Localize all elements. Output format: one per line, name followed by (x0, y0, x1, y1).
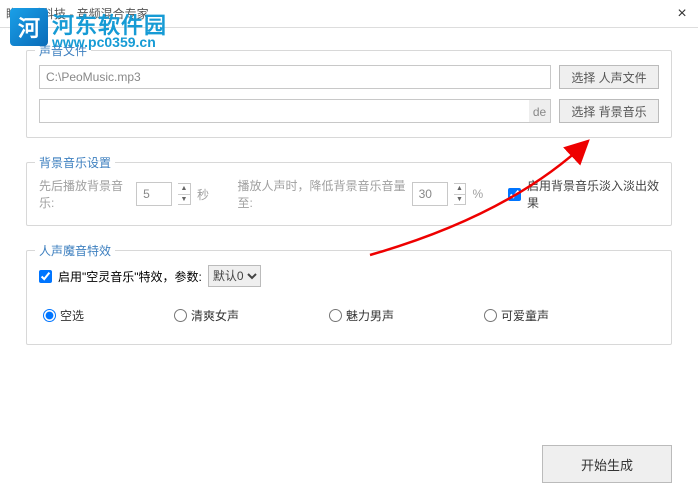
radio-female-input[interactable] (174, 309, 187, 322)
chevron-down-icon[interactable]: ▼ (454, 195, 466, 205)
fade-checkbox[interactable] (508, 188, 521, 201)
radio-female-label: 清爽女声 (191, 307, 239, 324)
voice-effects-group: 人声魔音特效 启用"空灵音乐"特效，参数: 默认0 空选 清爽女声 魅力男声 (26, 250, 672, 345)
bg-settings-title: 背景音乐设置 (35, 154, 115, 171)
reduce-spinner[interactable]: ▲▼ (454, 183, 467, 205)
window-title: 瞻天瞰科技 - 音频混合专家 (6, 5, 149, 22)
voice-path-input[interactable] (39, 65, 551, 89)
radio-male-label: 魅力男声 (346, 307, 394, 324)
chevron-up-icon[interactable]: ▲ (178, 184, 190, 195)
select-bgm-button[interactable]: 选择 背景音乐 (559, 99, 659, 123)
de-suffix-label: de (529, 99, 551, 123)
effect-param-select[interactable]: 默认0 (208, 265, 261, 287)
voice-file-group-title: 声音文件 (35, 42, 91, 59)
radio-female[interactable]: 清爽女声 (174, 307, 239, 324)
chevron-down-icon[interactable]: ▼ (178, 195, 190, 205)
enable-effect-checkbox[interactable] (39, 270, 52, 283)
bg-settings-group: 背景音乐设置 先后播放背景音乐: ▲▼ 秒 播放人声时，降低背景音乐音量至: ▲… (26, 162, 672, 226)
reduce-volume-input[interactable] (412, 182, 448, 206)
voice-effects-title: 人声魔音特效 (35, 242, 115, 259)
select-voice-button[interactable]: 选择 人声文件 (559, 65, 659, 89)
voice-file-group: 声音文件 选择 人声文件 de 选择 背景音乐 (26, 50, 672, 138)
preplay-seconds-input[interactable] (136, 182, 172, 206)
preplay-label: 先后播放背景音乐: (39, 177, 130, 211)
generate-button[interactable]: 开始生成 (542, 445, 672, 483)
bgm-path-input[interactable] (39, 99, 530, 123)
radio-male[interactable]: 魅力男声 (329, 307, 394, 324)
titlebar: 瞻天瞰科技 - 音频混合专家 × (0, 0, 698, 28)
percent-unit: % (472, 187, 483, 201)
preplay-spinner[interactable]: ▲▼ (178, 183, 191, 205)
radio-empty-input[interactable] (43, 309, 56, 322)
chevron-up-icon[interactable]: ▲ (454, 184, 466, 195)
seconds-unit: 秒 (197, 186, 209, 203)
reduce-volume-label: 播放人声时，降低背景音乐音量至: (238, 177, 406, 211)
radio-child-label: 可爱童声 (501, 307, 549, 324)
radio-child-input[interactable] (484, 309, 497, 322)
radio-child[interactable]: 可爱童声 (484, 307, 549, 324)
radio-male-input[interactable] (329, 309, 342, 322)
radio-empty-label: 空选 (60, 307, 84, 324)
enable-effect-label: 启用"空灵音乐"特效，参数: (58, 268, 202, 285)
close-icon[interactable]: × (672, 4, 692, 24)
fade-label: 启用背景音乐淡入淡出效果 (527, 177, 659, 211)
radio-empty[interactable]: 空选 (43, 307, 84, 324)
